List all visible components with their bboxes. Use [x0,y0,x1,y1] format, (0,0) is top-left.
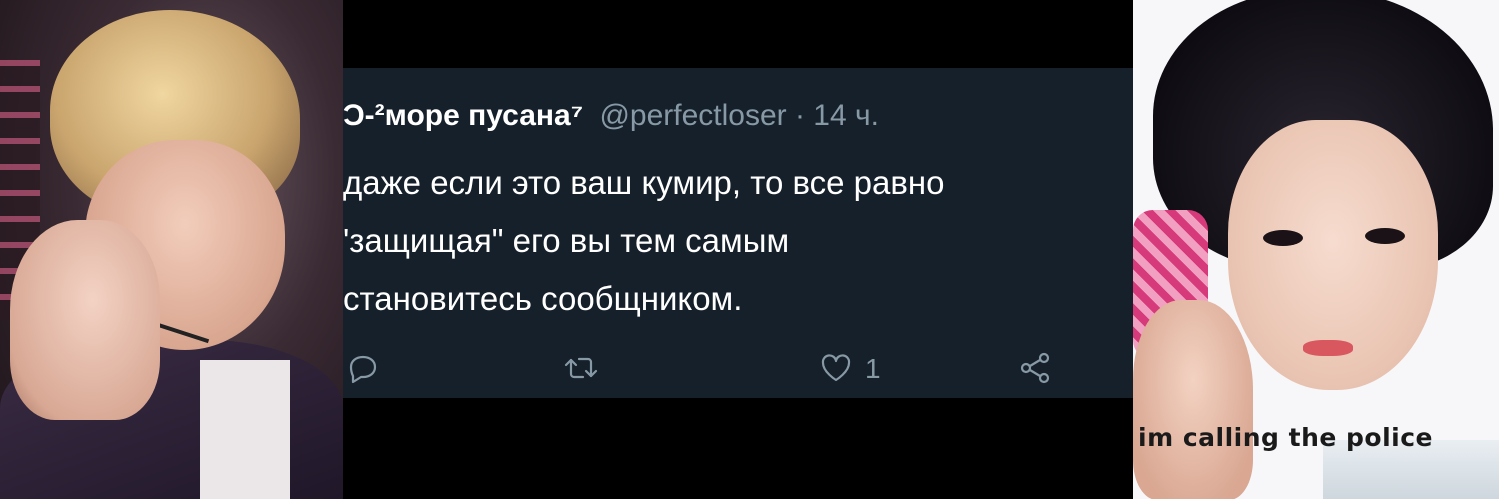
like-count: 1 [865,353,881,384]
tweet-handle-time[interactable]: @perfectloser · 14 ч. [599,99,879,132]
meme-caption: im calling the police [1138,423,1434,452]
tweet-display-name[interactable]: Ͻ-²море пусана⁷ [343,99,583,132]
tweet-actions: 1 [343,350,1133,390]
reply-icon[interactable] [345,350,381,391]
right-eye [1365,228,1405,244]
tweet-text: даже если это ваш кумир, то все равно 'з… [343,154,1133,328]
shirt [200,360,290,499]
right-photo: im calling the police [1133,0,1499,499]
hand [1133,300,1253,499]
retweet-icon[interactable] [563,350,599,391]
tweet-line: становитесь сообщником. [343,280,743,317]
tweet-line: 'защищая" его вы тем самым [343,222,790,259]
tweet-screenshot: Ͻ-²море пусана⁷ @perfectloser · 14 ч. да… [343,0,1133,499]
left-photo [0,0,343,499]
hand [10,220,160,420]
share-icon[interactable] [1017,350,1053,391]
like-icon[interactable] [818,350,854,391]
lips [1303,340,1353,356]
tweet-header: Ͻ-²море пусана⁷ @perfectloser · 14 ч. [343,98,879,134]
left-eye [1263,230,1303,246]
tweet-line: даже если это ваш кумир, то все равно [343,164,945,201]
